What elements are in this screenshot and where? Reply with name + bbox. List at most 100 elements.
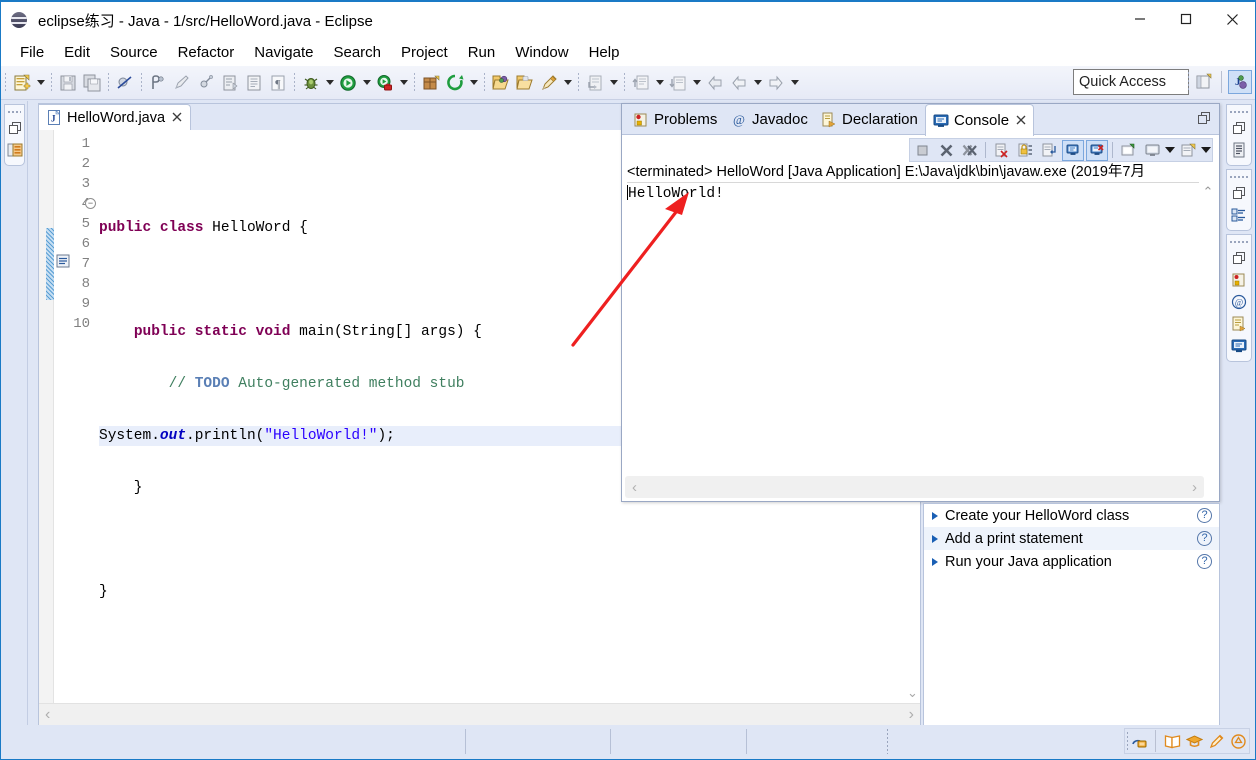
menu-run[interactable]: Run	[458, 42, 506, 63]
search-icon[interactable]	[538, 72, 560, 94]
help-icon[interactable]: ?	[1197, 531, 1212, 546]
console-vertical-scrollbar[interactable]: ⌃	[1200, 182, 1216, 472]
next-annotation-icon[interactable]	[630, 72, 652, 94]
java-perspective-icon[interactable]: J	[1228, 70, 1252, 94]
open-perspective-icon[interactable]	[1193, 71, 1215, 93]
task-list-icon[interactable]	[1229, 205, 1249, 225]
menu-source[interactable]: Source	[100, 42, 168, 63]
fastview-grip[interactable]	[8, 108, 21, 116]
editor-tab-helloword[interactable]: J HelloWord.java	[39, 104, 192, 130]
fold-collapse-icon[interactable]: −	[85, 198, 96, 209]
scroll-up-arrow-icon[interactable]: ⌃	[1203, 184, 1214, 200]
maximize-button[interactable]	[1163, 2, 1209, 36]
declaration-icon[interactable]	[1229, 314, 1249, 334]
cheatsheet-item-print-statement[interactable]: Add a print statement ?	[924, 527, 1219, 550]
external-tools-dropdown-arrow[interactable]	[467, 72, 480, 94]
restore-icon[interactable]	[1198, 112, 1212, 126]
restore-icon[interactable]	[1229, 118, 1249, 138]
book-icon[interactable]	[1161, 730, 1183, 752]
toggle-mark-occurrences-icon[interactable]	[147, 72, 169, 94]
show-source-icon[interactable]	[243, 72, 265, 94]
search-dropdown-arrow[interactable]	[561, 72, 574, 94]
forward-icon[interactable]	[765, 72, 787, 94]
open-task-icon[interactable]	[219, 72, 241, 94]
restore-icon[interactable]	[1229, 248, 1249, 268]
show-console-on-output-icon[interactable]	[1062, 139, 1084, 161]
show-console-on-error-icon[interactable]	[1086, 139, 1108, 161]
last-edit-dropdown-arrow[interactable]	[607, 72, 620, 94]
back-dropdown-arrow[interactable]	[751, 72, 764, 94]
debug-dropdown-arrow[interactable]	[323, 72, 336, 94]
pencil-edit-icon[interactable]	[171, 72, 193, 94]
open-console-dropdown-arrow[interactable]	[1200, 147, 1212, 153]
console-horizontal-scrollbar[interactable]: ‹ ›	[625, 476, 1204, 498]
back-prev-icon[interactable]	[728, 72, 750, 94]
run-dropdown-arrow[interactable]	[360, 72, 373, 94]
back-icon[interactable]	[704, 72, 726, 94]
cheatsheet-item-run-app[interactable]: Run your Java application ?	[924, 550, 1219, 573]
next-annotation-dropdown-arrow[interactable]	[653, 72, 666, 94]
pin-console-icon[interactable]	[1117, 140, 1139, 161]
console-icon[interactable]	[1229, 336, 1249, 356]
minimize-button[interactable]	[1117, 2, 1163, 36]
menu-edit[interactable]: Edit	[54, 42, 100, 63]
package-explorer-icon[interactable]	[5, 140, 25, 160]
perspective-grip[interactable]	[1188, 72, 1189, 92]
scroll-right-arrow-icon[interactable]: ›	[1192, 479, 1197, 496]
external-tools-icon[interactable]	[444, 72, 466, 94]
menu-refactor[interactable]: Refactor	[168, 42, 245, 63]
last-edit-location-icon[interactable]	[584, 72, 606, 94]
tab-javadoc[interactable]: @ Javadoc	[724, 104, 815, 135]
scroll-down-arrow-icon[interactable]: ⌄	[907, 685, 918, 701]
display-selected-console-icon[interactable]	[1141, 140, 1163, 161]
fastview-grip[interactable]	[1230, 173, 1248, 181]
status-trim-grip[interactable]	[887, 729, 888, 754]
open-resource-icon[interactable]	[514, 72, 536, 94]
badge-icon[interactable]	[1227, 730, 1249, 752]
editor-vertical-ruler[interactable]	[39, 130, 54, 703]
remove-launch-icon[interactable]	[935, 140, 957, 161]
restore-icon[interactable]	[1229, 183, 1249, 203]
help-icon[interactable]: ?	[1197, 554, 1212, 569]
editor-tab-close-icon[interactable]	[172, 111, 182, 124]
menu-file[interactable]: File	[10, 42, 54, 63]
new-package-icon[interactable]	[420, 72, 442, 94]
fastview-grip[interactable]	[1230, 238, 1248, 246]
coverage-dropdown-arrow[interactable]	[397, 72, 410, 94]
help-icon[interactable]: ?	[1197, 508, 1212, 523]
previous-annotation-icon[interactable]	[667, 72, 689, 94]
skip-breakpoints-icon[interactable]	[114, 72, 136, 94]
scroll-left-arrow-icon[interactable]: ‹	[45, 706, 50, 724]
save-all-icon[interactable]	[81, 72, 103, 94]
debug-icon[interactable]	[300, 72, 322, 94]
scroll-lock-icon[interactable]	[1014, 140, 1036, 161]
cheatsheet-item-create-class[interactable]: Create your HelloWord class ?	[924, 504, 1219, 527]
open-type-icon[interactable]	[490, 72, 512, 94]
pencil-icon[interactable]	[1205, 730, 1227, 752]
word-wrap-icon[interactable]	[1038, 140, 1060, 161]
fastview-grip[interactable]	[1230, 108, 1248, 116]
new-wizard-icon[interactable]	[11, 72, 33, 94]
menu-navigate[interactable]: Navigate	[244, 42, 323, 63]
forward-dropdown-arrow[interactable]	[788, 72, 801, 94]
tab-console[interactable]: Console	[925, 104, 1035, 136]
menu-search[interactable]: Search	[323, 42, 391, 63]
close-button[interactable]	[1209, 2, 1255, 36]
tab-declaration[interactable]: Declaration	[814, 104, 925, 135]
run-icon[interactable]	[337, 72, 359, 94]
scroll-left-arrow-icon[interactable]: ‹	[632, 479, 637, 496]
terminate-icon[interactable]	[911, 140, 933, 161]
tab-problems[interactable]: Problems	[626, 104, 724, 135]
save-icon[interactable]	[57, 72, 79, 94]
menu-window[interactable]: Window	[505, 42, 578, 63]
show-whitespace-icon[interactable]: ¶	[267, 72, 289, 94]
writable-lock-icon[interactable]	[1128, 730, 1150, 752]
coverage-icon[interactable]	[374, 72, 396, 94]
new-dropdown-arrow[interactable]	[34, 72, 47, 94]
console-output[interactable]: HelloWorld!	[627, 182, 1199, 472]
menu-help[interactable]: Help	[579, 42, 630, 63]
tab-console-close-icon[interactable]	[1016, 114, 1026, 128]
clear-console-icon[interactable]	[990, 140, 1012, 161]
toggle-block-selection-icon[interactable]	[195, 72, 217, 94]
graduation-cap-icon[interactable]	[1183, 730, 1205, 752]
